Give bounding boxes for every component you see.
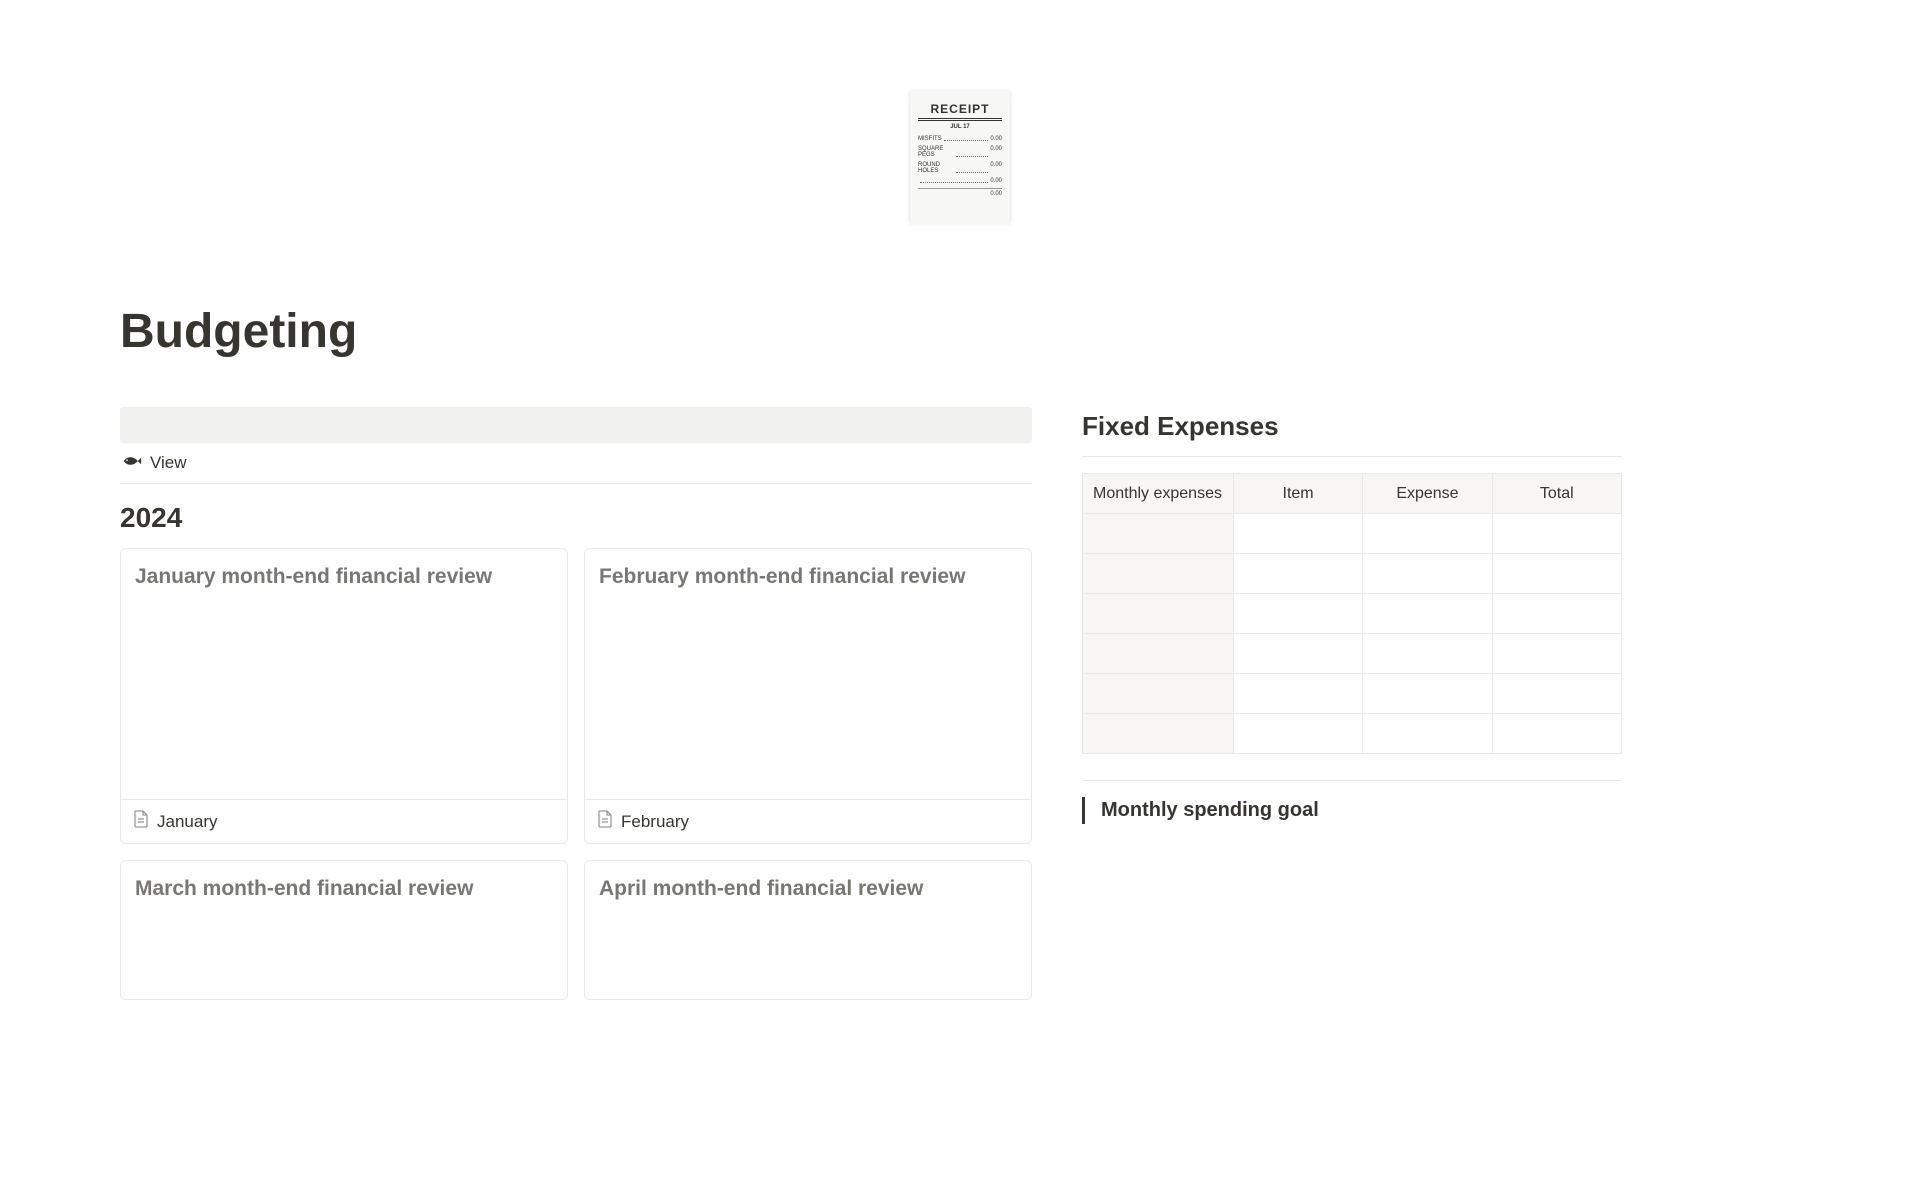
gallery-year-heading: 2024 (120, 502, 1032, 534)
card-footer: January (121, 799, 567, 843)
fixed-expenses-heading[interactable]: Fixed Expenses (1082, 411, 1622, 442)
view-selector[interactable]: View (120, 443, 1032, 484)
card-footer-label: January (157, 812, 217, 832)
table-cell[interactable] (1083, 514, 1234, 554)
table-cell[interactable] (1492, 714, 1621, 754)
receipt-icon: RECEIPT JUL 17 MISFITS 0.00 SQUARE PEGS 0.0… (910, 90, 1010, 222)
table-row[interactable] (1083, 674, 1622, 714)
table-header[interactable]: Total (1492, 474, 1621, 514)
table-cell[interactable] (1363, 514, 1492, 554)
page-title[interactable]: Budgeting (120, 304, 1800, 359)
page-icon (133, 810, 149, 833)
gallery-card[interactable]: January month-end financial review Januar… (120, 548, 568, 844)
table-cell[interactable] (1492, 594, 1621, 634)
card-title: March month-end financial review (135, 875, 553, 902)
card-title: February month-end financial review (599, 563, 1017, 590)
monthly-goal-label: Monthly spending goal (1101, 799, 1606, 822)
table-cell[interactable] (1492, 674, 1621, 714)
receipt-title: RECEIPT (918, 102, 1002, 121)
table-header[interactable]: Item (1233, 474, 1362, 514)
table-row[interactable] (1083, 634, 1622, 674)
table-cell[interactable] (1233, 674, 1362, 714)
receipt-line-amount: 0.00 (990, 146, 1002, 159)
fish-icon (122, 453, 142, 473)
gallery-card[interactable]: February month-end financial review Febru… (584, 548, 1032, 844)
receipt-subtotal: 0.00 (990, 178, 1002, 185)
receipt-line-label: SQUARE PEGS (918, 146, 954, 159)
table-header[interactable]: Expense (1363, 474, 1492, 514)
card-footer: February (585, 799, 1031, 843)
table-cell[interactable] (1083, 594, 1234, 634)
table-row[interactable] (1083, 554, 1622, 594)
table-cell[interactable] (1363, 594, 1492, 634)
table-header[interactable]: Monthly expenses (1083, 474, 1234, 514)
table-cell[interactable] (1363, 674, 1492, 714)
card-title: April month-end financial review (599, 875, 1017, 902)
table-cell[interactable] (1233, 514, 1362, 554)
table-cell[interactable] (1083, 674, 1234, 714)
table-cell[interactable] (1083, 714, 1234, 754)
table-cell[interactable] (1233, 594, 1362, 634)
receipt-line-amount: 0.00 (990, 162, 1002, 175)
receipt-line-label: ROUND HOLES (918, 162, 954, 175)
gallery-toolbar[interactable] (120, 407, 1032, 443)
monthly-goal-block[interactable]: Monthly spending goal (1082, 797, 1622, 824)
table-cell[interactable] (1083, 554, 1234, 594)
gallery-card[interactable]: April month-end financial review (584, 860, 1032, 1000)
receipt-line-amount: 0.00 (990, 136, 1002, 143)
table-row[interactable] (1083, 594, 1622, 634)
gallery-card[interactable]: March month-end financial review (120, 860, 568, 1000)
divider (1082, 780, 1622, 781)
table-row[interactable] (1083, 714, 1622, 754)
page-hero-icon: RECEIPT JUL 17 MISFITS 0.00 SQUARE PEGS 0.0… (120, 0, 1800, 222)
view-label: View (150, 453, 187, 473)
table-cell[interactable] (1233, 714, 1362, 754)
table-cell[interactable] (1363, 554, 1492, 594)
fixed-expenses-table[interactable]: Monthly expensesItemExpenseTotal (1082, 473, 1622, 754)
table-row[interactable] (1083, 514, 1622, 554)
table-cell[interactable] (1083, 634, 1234, 674)
table-cell[interactable] (1363, 634, 1492, 674)
receipt-date: JUL 17 (918, 124, 1002, 130)
page-icon (597, 810, 613, 833)
table-cell[interactable] (1363, 714, 1492, 754)
card-title: January month-end financial review (135, 563, 553, 590)
table-cell[interactable] (1492, 554, 1621, 594)
receipt-line-label: MISFITS (918, 136, 942, 143)
table-cell[interactable] (1233, 554, 1362, 594)
table-cell[interactable] (1492, 634, 1621, 674)
table-cell[interactable] (1492, 514, 1621, 554)
card-footer-label: February (621, 812, 689, 832)
divider (1082, 456, 1622, 457)
table-cell[interactable] (1233, 634, 1362, 674)
receipt-total: 0.00 (918, 188, 1002, 197)
